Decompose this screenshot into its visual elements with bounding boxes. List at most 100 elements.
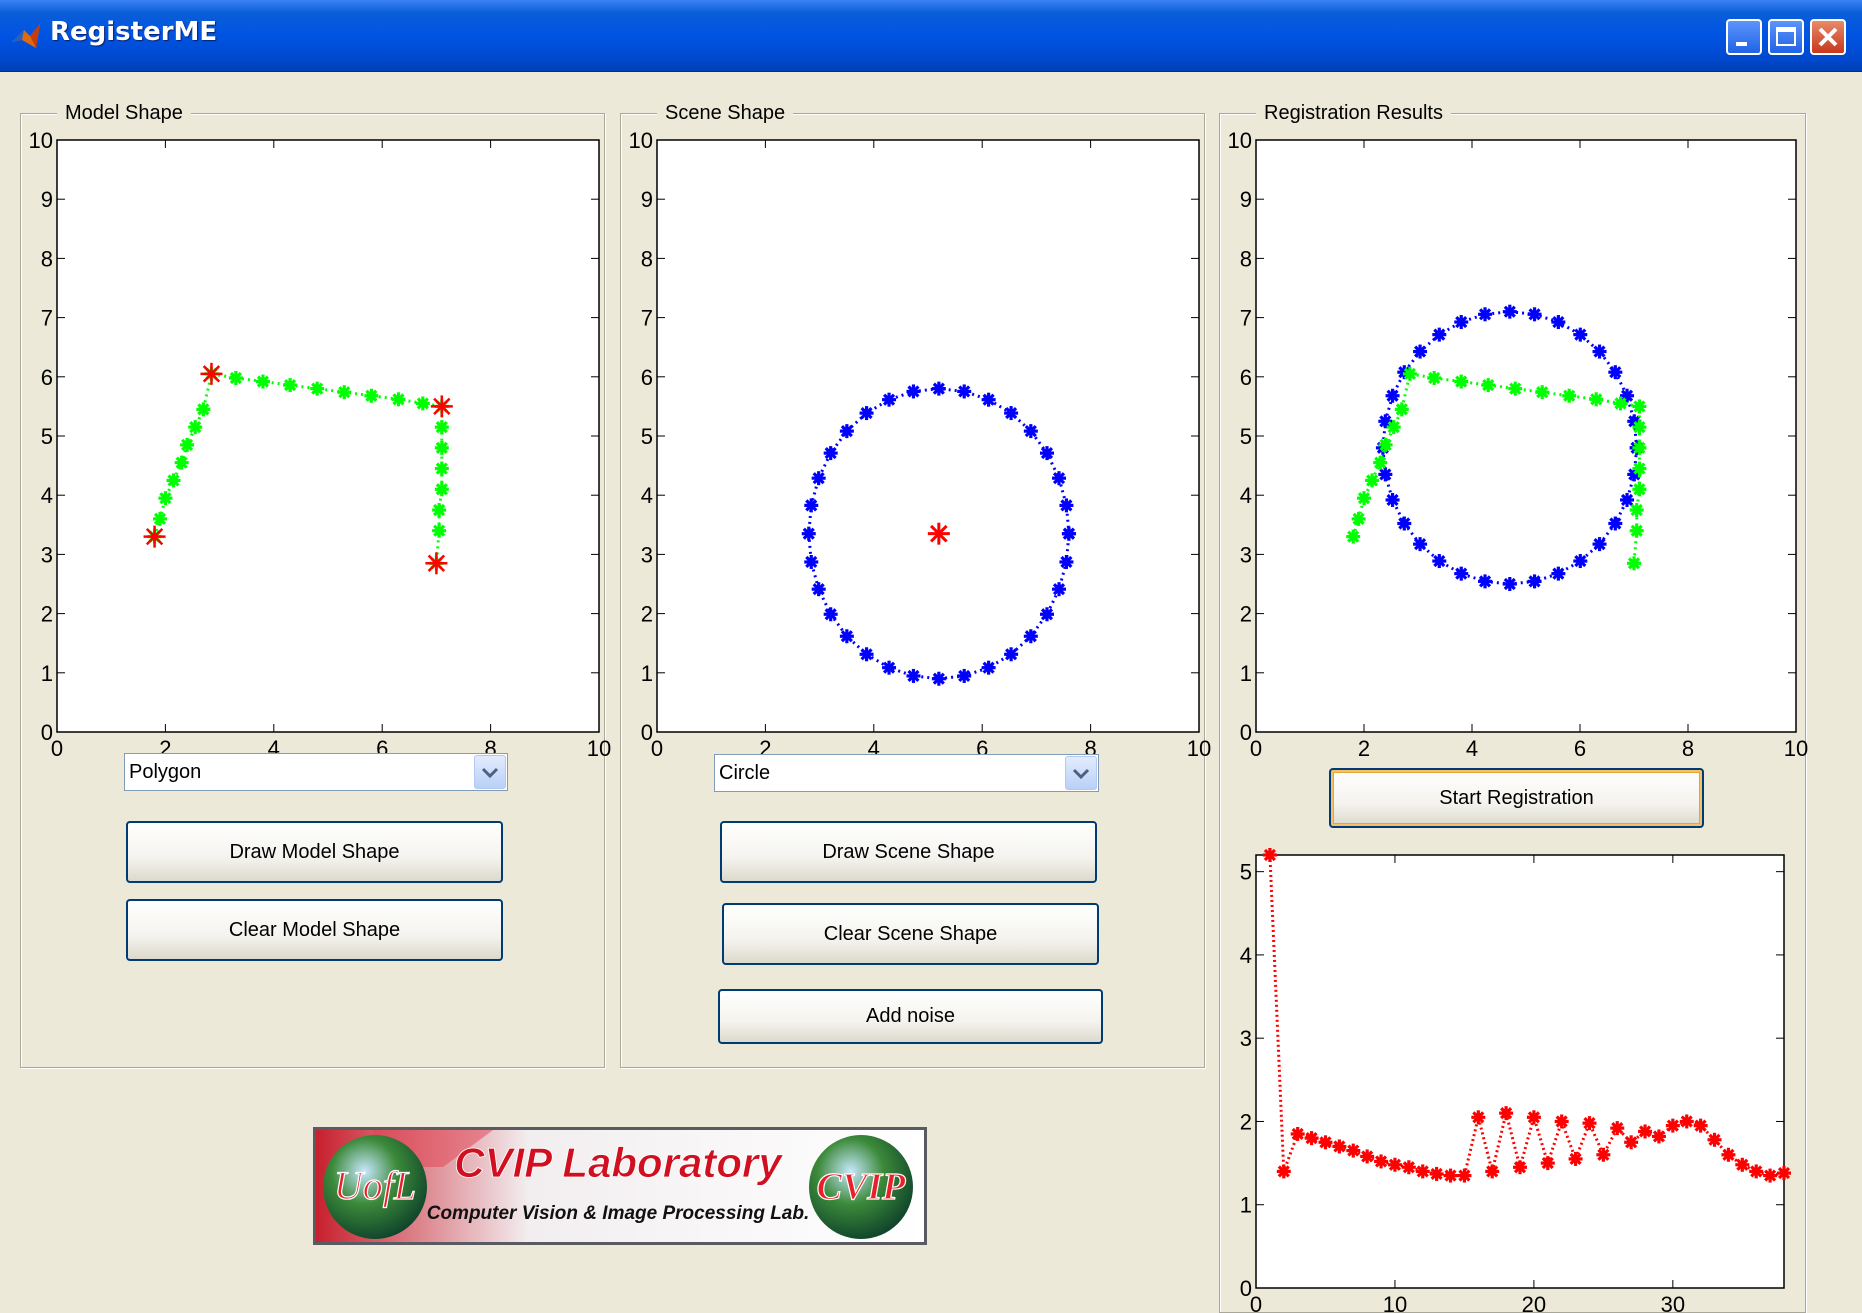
clear-scene-shape-button[interactable]: Clear Scene Shape [722, 903, 1099, 965]
registered-scene-point [1573, 554, 1588, 569]
model-plot-ytick-label: 7 [41, 306, 53, 331]
registered-model-point [1627, 556, 1641, 571]
scene-shape-point [1039, 446, 1054, 461]
registration-error-point [1401, 1160, 1416, 1175]
scene-shape-point [957, 384, 972, 399]
scene-shape-select[interactable]: Circle [714, 754, 1099, 792]
logo-left-badge: UofL [334, 1163, 416, 1208]
registered-model-point [1508, 381, 1523, 396]
registered-scene-point [1385, 492, 1400, 507]
registration-plot-ytick-label: 7 [1240, 306, 1252, 331]
draw-scene-shape-button[interactable]: Draw Scene Shape [720, 821, 1097, 883]
model-shape-point [255, 374, 270, 389]
registration-plot-frame [1255, 139, 1797, 733]
clear-model-shape-button[interactable]: Clear Model Shape [126, 899, 503, 961]
scene-shape-point [1059, 498, 1074, 513]
scene-shape-point [1039, 607, 1054, 622]
maximize-icon [1776, 27, 1796, 46]
error-plot-ytick-label: 4 [1240, 943, 1252, 968]
logo-subtitle: Computer Vision & Image Processing Lab. [427, 1203, 810, 1224]
registered-scene-point [1592, 537, 1607, 552]
scene-plot-ytick-label: 9 [641, 187, 653, 212]
registration-plot-ytick-label: 1 [1240, 661, 1252, 686]
scene-shape-plot[interactable]: 0 1 2 3 4 5 6 7 8 9 10 0 2 4 6 8 10 [620, 128, 1212, 770]
registered-scene-point [1432, 327, 1447, 342]
model-shape-point [180, 437, 195, 452]
model-plot-ytick-label: 4 [41, 483, 53, 508]
registered-model-point [1535, 385, 1550, 400]
registration-error-point [1665, 1118, 1680, 1133]
scene-shape-point [981, 660, 996, 675]
model-plot-ytick-label: 3 [41, 542, 53, 567]
scene-shape-point [839, 629, 854, 644]
registration-plot-xtick-label: 10 [1784, 736, 1808, 761]
draw-model-shape-button[interactable]: Draw Model Shape [126, 821, 503, 883]
maximize-button[interactable] [1768, 19, 1804, 55]
scene-shape-point [1023, 629, 1038, 644]
registration-error-point [1415, 1164, 1430, 1179]
model-shape-point [158, 491, 173, 506]
scene-plot-ytick-label: 7 [641, 306, 653, 331]
model-shape-point [434, 482, 449, 497]
scene-shape-point [931, 381, 946, 396]
scene-select-arrow[interactable] [1065, 756, 1097, 790]
registration-error-plot[interactable]: 0 1 2 3 4 5 0 10 20 30 [1219, 848, 1806, 1313]
model-plot-ytick-label: 5 [41, 424, 53, 449]
registered-model-point [1346, 529, 1361, 544]
model-shape-point [152, 511, 167, 526]
add-noise-button[interactable]: Add noise [718, 989, 1103, 1044]
registration-plot-svg: 0123456789100 2 4 6 8 10 [1228, 128, 1809, 761]
close-icon [1818, 27, 1838, 47]
minimize-button[interactable] [1726, 19, 1762, 55]
chevron-down-icon [481, 767, 499, 779]
registration-error-point [1610, 1121, 1625, 1136]
model-shape-select-value: Polygon [129, 761, 202, 783]
scene-shape-point [859, 406, 874, 421]
scene-plot-xtick-label: 0 [651, 736, 663, 761]
registration-plot-xtick-label: 2 [1358, 736, 1370, 761]
model-shape-point [432, 503, 447, 517]
registration-error-point [1707, 1132, 1722, 1147]
logo-title: CVIP Laboratory [454, 1139, 784, 1186]
model-shape-plot[interactable]: 0 1 2 3 4 5 6 7 8 9 10 0 2 4 6 8 10 [20, 128, 612, 770]
registration-error-point [1554, 1114, 1569, 1129]
scene-plot-ytick-label: 8 [641, 246, 653, 271]
registration-error-point [1276, 1164, 1291, 1179]
error-plot-svg: 0123450 10 20 30 [1240, 848, 1791, 1313]
registered-model-point [1373, 455, 1388, 470]
scene-panel-title: Scene Shape [657, 102, 794, 125]
registration-plot-ytick-label: 2 [1240, 602, 1252, 627]
registered-model-point [1629, 523, 1644, 538]
registration-plot-ytick-label: 9 [1240, 187, 1252, 212]
scene-shape-point [1059, 554, 1074, 569]
model-select-arrow[interactable] [474, 755, 506, 789]
model-plot-ytick-label: 9 [41, 187, 53, 212]
registered-model-point [1386, 420, 1401, 435]
registration-plot[interactable]: 0 1 2 3 4 5 6 7 8 9 10 0 2 4 6 8 10 [1219, 128, 1809, 770]
registration-error-point [1513, 1160, 1527, 1175]
scene-shape-select-value: Circle [719, 762, 771, 784]
registered-scene-point [1551, 566, 1566, 581]
model-plot-svg: 0123456789100 2 4 6 8 10 [29, 128, 612, 761]
registration-error-point [1568, 1151, 1583, 1166]
registered-model-point [1632, 399, 1647, 414]
scene-shape-point [1023, 424, 1038, 439]
registration-error-point [1457, 1168, 1472, 1183]
registered-scene-point [1413, 537, 1428, 552]
registered-scene-point [1454, 566, 1469, 581]
start-registration-button[interactable]: Start Registration [1329, 768, 1704, 828]
registration-error-point [1471, 1110, 1486, 1125]
close-button[interactable] [1810, 19, 1846, 55]
registered-model-point [1351, 511, 1366, 526]
registered-scene-point [1454, 315, 1469, 330]
model-vertex-marker [200, 362, 223, 385]
registration-plot-xtick-label: 4 [1466, 736, 1478, 761]
model-shape-point [432, 523, 447, 538]
registered-scene-point [1478, 307, 1493, 322]
registration-error-point [1304, 1131, 1319, 1146]
registration-error-point [1360, 1149, 1375, 1164]
model-shape-point [283, 378, 298, 393]
model-shape-select[interactable]: Polygon [124, 753, 508, 791]
registration-error-point [1526, 1110, 1541, 1125]
registration-plot-xtick-label: 8 [1682, 736, 1694, 761]
